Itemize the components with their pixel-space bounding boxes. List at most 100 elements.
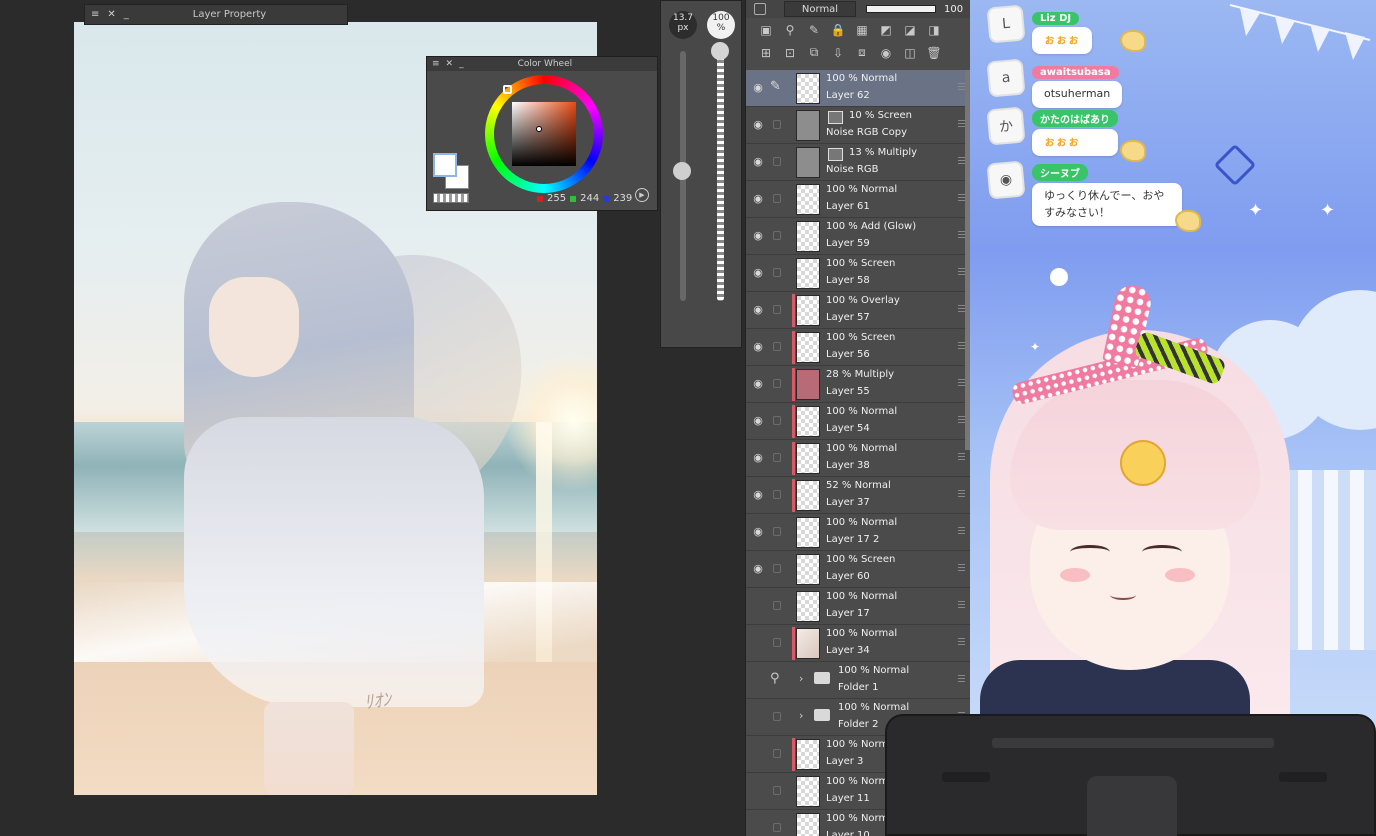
- menu-icon[interactable]: ≡: [91, 9, 99, 20]
- brush-slider-panel[interactable]: 13.7 px 100 %: [660, 0, 742, 348]
- layer-row[interactable]: 100 % Normal Layer 34: [746, 625, 971, 662]
- layer-row[interactable]: ◉ 100 % Overlay Layer 57: [746, 292, 971, 329]
- lock-checkbox[interactable]: [773, 786, 781, 795]
- lock-checkbox[interactable]: [773, 453, 781, 462]
- close-icon[interactable]: ✕: [446, 59, 454, 69]
- visibility-eye-icon[interactable]: ◉: [752, 118, 764, 131]
- layer-row[interactable]: ◉ 100 % Normal Layer 54: [746, 403, 971, 440]
- menu-icon[interactable]: ≡: [432, 59, 440, 69]
- visibility-eye-icon[interactable]: ◉: [752, 451, 764, 464]
- merge-down-icon[interactable]: ⧈: [852, 44, 872, 62]
- layer-row[interactable]: ◉ 52 % Normal Layer 37: [746, 477, 971, 514]
- hue-picker-handle[interactable]: [503, 85, 512, 94]
- transfer-down-icon[interactable]: ⇩: [828, 44, 848, 62]
- visibility-eye-icon[interactable]: ◉: [752, 377, 764, 390]
- panel-header[interactable]: ≡ ✕ _ Color Wheel: [427, 57, 657, 71]
- new-folder-icon[interactable]: ⧉: [804, 44, 824, 62]
- drag-handle-icon[interactable]: [958, 564, 965, 573]
- layer-row[interactable]: ◉ 100 % Normal Layer 17 2: [746, 514, 971, 551]
- layer-row[interactable]: ◉ 100 % Screen Layer 58: [746, 255, 971, 292]
- drag-handle-icon[interactable]: [958, 490, 965, 499]
- apply-mask-icon[interactable]: ◫: [900, 44, 920, 62]
- drag-handle-icon[interactable]: [958, 342, 965, 351]
- visibility-eye-icon[interactable]: ◉: [752, 340, 764, 353]
- brush-opacity-slider[interactable]: [717, 51, 724, 301]
- lock-checkbox[interactable]: [773, 564, 781, 573]
- visibility-eye-icon[interactable]: ◉: [752, 229, 764, 242]
- saturation-value-square[interactable]: [512, 102, 576, 166]
- drag-handle-icon[interactable]: [958, 268, 965, 277]
- main-color-swatch[interactable]: [433, 153, 457, 177]
- visibility-eye-icon[interactable]: ◉: [752, 192, 764, 205]
- layer-row[interactable]: ◉ 100 % Normal Layer 38: [746, 440, 971, 477]
- canvas-workspace[interactable]: ﾘｵﾝ ≡ ✕ _ Layer Property ≡ ✕ _ Color Whe…: [0, 0, 745, 836]
- sv-picker-handle[interactable]: [536, 126, 542, 132]
- brush-size-handle[interactable]: [673, 162, 691, 180]
- lock-checkbox[interactable]: [773, 823, 781, 832]
- layer-row[interactable]: ◉ 100 % Screen Layer 60: [746, 551, 971, 588]
- lock-checkbox[interactable]: [773, 305, 781, 314]
- drag-handle-icon[interactable]: [958, 453, 965, 462]
- lock-checkbox[interactable]: [773, 638, 781, 647]
- layer-panel[interactable]: Normal 100 ▣ ⚲ ✎ 🔒 ▦ ◩ ◪ ◨ ⊞ ⊡ ⧉ ⇩ ⧈ ◉ ◫…: [745, 0, 971, 836]
- reference-layer-icon[interactable]: ⚲: [780, 21, 800, 39]
- drag-handle-icon[interactable]: [958, 83, 965, 92]
- visibility-eye-icon[interactable]: ◉: [752, 414, 764, 427]
- lock-checkbox[interactable]: [773, 268, 781, 277]
- color-mode-toggle-icon[interactable]: ▶: [635, 188, 649, 202]
- visibility-eye-icon[interactable]: ◉: [752, 488, 764, 501]
- drag-handle-icon[interactable]: [958, 527, 965, 536]
- visibility-eye-icon[interactable]: ◉: [752, 155, 764, 168]
- chevron-right-icon[interactable]: ›: [799, 672, 803, 685]
- lock-checkbox[interactable]: [773, 601, 781, 610]
- brush-opacity-handle[interactable]: [711, 42, 729, 60]
- layer-row[interactable]: 100 % Normal Layer 17: [746, 588, 971, 625]
- drag-handle-icon[interactable]: [958, 379, 965, 388]
- layer-row[interactable]: ◉ ✎ 100 % Normal Layer 62: [746, 70, 971, 107]
- reference-icon[interactable]: ⚲: [770, 671, 780, 686]
- color-layer-icon[interactable]: ◪: [900, 21, 920, 39]
- lock-checkbox[interactable]: [773, 120, 781, 129]
- drag-handle-icon[interactable]: [958, 305, 965, 314]
- visibility-eye-icon[interactable]: ◉: [752, 303, 764, 316]
- lock-checkbox[interactable]: [773, 490, 781, 499]
- lock-checkbox[interactable]: [773, 712, 781, 721]
- lock-checkbox[interactable]: [773, 527, 781, 536]
- layer-row[interactable]: ◉ 100 % Normal Layer 61: [746, 181, 971, 218]
- minimize-icon[interactable]: _: [124, 9, 129, 20]
- lock-transparent-icon[interactable]: ▦: [852, 21, 872, 39]
- layer-folder-row[interactable]: ⚲ › 100 % Normal Folder 1: [746, 662, 971, 699]
- lock-checkbox[interactable]: [773, 231, 781, 240]
- new-vector-layer-icon[interactable]: ⊡: [780, 44, 800, 62]
- layer-opacity-value[interactable]: 100: [944, 4, 963, 15]
- delete-layer-icon[interactable]: 🗑: [924, 44, 944, 62]
- drag-handle-icon[interactable]: [958, 601, 965, 610]
- add-mask-icon[interactable]: ◉: [876, 44, 896, 62]
- lock-layer-icon[interactable]: 🔒: [828, 21, 848, 39]
- drag-handle-icon[interactable]: [958, 675, 965, 684]
- minimize-icon[interactable]: _: [459, 59, 464, 69]
- layer-row[interactable]: ◉ 100 % Screen Layer 56: [746, 329, 971, 366]
- visibility-eye-icon[interactable]: ◉: [752, 81, 764, 94]
- close-icon[interactable]: ✕: [107, 9, 115, 20]
- drag-handle-icon[interactable]: [958, 416, 965, 425]
- lock-transparency-checkbox[interactable]: [754, 3, 766, 15]
- drag-handle-icon[interactable]: [958, 157, 965, 166]
- draft-layer-icon[interactable]: ✎: [804, 21, 824, 39]
- new-raster-layer-icon[interactable]: ⊞: [756, 44, 776, 62]
- drag-handle-icon[interactable]: [958, 638, 965, 647]
- chevron-right-icon[interactable]: ›: [799, 709, 803, 722]
- layer-property-panel[interactable]: ≡ ✕ _ Layer Property: [84, 4, 348, 25]
- lock-checkbox[interactable]: [773, 342, 781, 351]
- transparent-color-swatch[interactable]: [433, 193, 469, 203]
- visibility-eye-icon[interactable]: ◉: [752, 266, 764, 279]
- layer-opacity-slider[interactable]: [866, 5, 936, 13]
- layer-row[interactable]: ◉ 13 % Multiply Noise RGB: [746, 144, 971, 181]
- lock-checkbox[interactable]: [773, 379, 781, 388]
- hue-ring[interactable]: [485, 75, 603, 193]
- lock-checkbox[interactable]: [773, 416, 781, 425]
- lock-checkbox[interactable]: [773, 157, 781, 166]
- drag-handle-icon[interactable]: [958, 120, 965, 129]
- layer-row[interactable]: ◉ 10 % Screen Noise RGB Copy: [746, 107, 971, 144]
- visibility-eye-icon[interactable]: ◉: [752, 562, 764, 575]
